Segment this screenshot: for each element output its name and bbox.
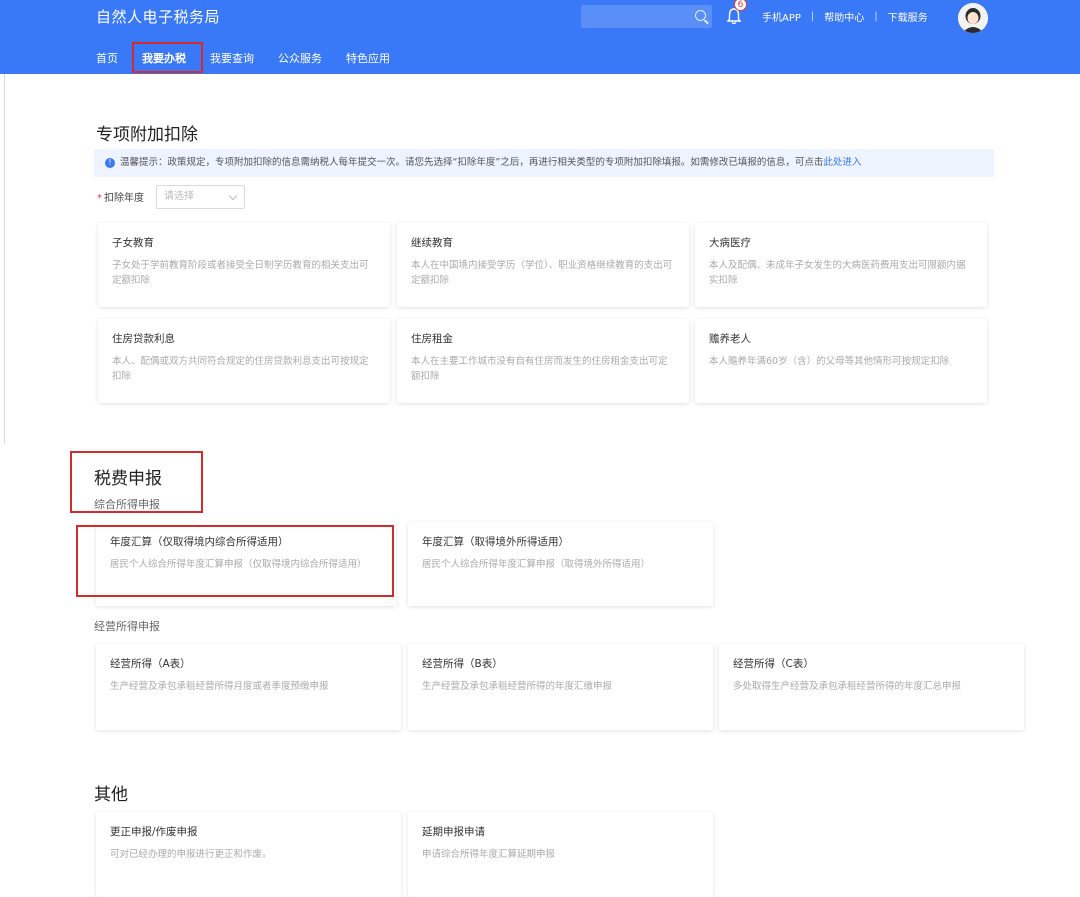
avatar[interactable] (958, 3, 988, 33)
year-select-placeholder: 请选择 (164, 191, 194, 202)
card-desc: 本人在主要工作城市没有自有住房而发生的住房租金支出可定额扣除 (411, 356, 668, 382)
card-desc: 居民个人综合所得年度汇算申报（取得境外所得适用） (422, 559, 651, 570)
link-help-center[interactable]: 帮助中心 (824, 9, 864, 24)
section-title-other: 其他 (94, 785, 128, 805)
card-desc: 多处取得生产经营及承包承租经营所得的年度汇总申报 (733, 681, 962, 692)
card-title: 经营所得（A表） (110, 658, 191, 670)
card-extension[interactable]: 延期申报申请 申请综合所得年度汇算延期申报 (408, 812, 713, 897)
subtitle-business: 经营所得申报 (94, 620, 160, 633)
card-title: 延期申报申请 (422, 826, 485, 838)
card-title: 住房贷款利息 (112, 333, 175, 345)
card-title: 住房租金 (411, 333, 453, 345)
tip-link[interactable]: 此处进入 (823, 157, 861, 168)
divider: | (810, 11, 815, 22)
app-title[interactable]: 自然人电子税务局 (96, 6, 220, 27)
notification-badge: 6 (734, 0, 747, 11)
card-child-education[interactable]: 子女教育 子女处于学前教育阶段或者接受全日制学历教育的相关支出可定额扣除 (98, 223, 390, 307)
card-desc: 本人赡养年满60岁（含）的父母等其他情形可按规定扣除 (709, 356, 950, 367)
card-serious-illness[interactable]: 大病医疗 本人及配偶、未成年子女发生的大病医药费用支出可限额内据实扣除 (695, 223, 987, 307)
section-title-deduction: 专项附加扣除 (96, 125, 198, 145)
card-business-a[interactable]: 经营所得（A表） 生产经营及承包承租经营所得月度或者季度预缴申报 (96, 644, 401, 730)
tip-banner: ! 温馨提示：政策规定，专项附加扣除的信息需纳税人每年提交一次。请您先选择“扣除… (94, 149, 994, 177)
link-download[interactable]: 下载服务 (888, 9, 928, 24)
card-desc: 可对已经办理的申报进行更正和作废。 (110, 849, 272, 860)
card-housing-rent[interactable]: 住房租金 本人在主要工作城市没有自有住房而发生的住房租金支出可定额扣除 (397, 319, 689, 403)
card-desc: 子女处于学前教育阶段或者接受全日制学历教育的相关支出可定额扣除 (112, 260, 369, 286)
card-title: 继续教育 (411, 237, 453, 249)
top-links: 手机APP | 帮助中心 | 下载服务 (762, 9, 928, 24)
tip-text: 温馨提示：政策规定，专项附加扣除的信息需纳税人每年提交一次。请您先选择“扣除年度… (120, 157, 824, 168)
card-business-b[interactable]: 经营所得（B表） 生产经营及承包承租经营所得的年度汇缴申报 (408, 644, 713, 730)
card-desc: 申请综合所得年度汇算延期申报 (422, 849, 556, 860)
nav-highlight-box (132, 42, 203, 73)
nav-query[interactable]: 我要查询 (210, 50, 254, 66)
link-mobile-app[interactable]: 手机APP (762, 9, 801, 24)
search-icon[interactable] (695, 10, 706, 21)
card-desc: 生产经营及承包承租经营所得月度或者季度预缴申报 (110, 681, 329, 692)
card-desc: 本人在中国境内接受学历（学位）、职业资格继续教育的支出可定额扣除 (411, 260, 673, 286)
card-business-c[interactable]: 经营所得（C表） 多处取得生产经营及承包承租经营所得的年度汇总申报 (719, 644, 1024, 730)
nav-special-apps[interactable]: 特色应用 (346, 50, 390, 66)
divider: | (874, 11, 878, 22)
card-housing-loan[interactable]: 住房贷款利息 本人、配偶或双方共同符合规定的住房贷款利息支出可按规定扣除 (98, 319, 390, 403)
card-continuing-education[interactable]: 继续教育 本人在中国境内接受学历（学位）、职业资格继续教育的支出可定额扣除 (397, 223, 689, 307)
divider (4, 74, 5, 444)
card-title: 经营所得（B表） (422, 658, 503, 670)
card-highlight-box (76, 525, 394, 597)
card-correction[interactable]: 更正申报/作废申报 可对已经办理的申报进行更正和作废。 (96, 812, 401, 897)
nav-home[interactable]: 首页 (96, 50, 118, 66)
search-input[interactable] (581, 5, 712, 28)
year-label: * 扣除年度 (97, 193, 144, 204)
card-title: 经营所得（C表） (733, 658, 814, 670)
section-highlight-box (70, 451, 203, 513)
chevron-down-icon (228, 191, 238, 201)
card-title: 更正申报/作废申报 (110, 826, 198, 838)
required-mark: * (97, 193, 102, 204)
card-title: 赡养老人 (709, 333, 751, 345)
card-desc: 生产经营及承包承租经营所得的年度汇缴申报 (422, 681, 613, 692)
card-title: 大病医疗 (709, 237, 751, 249)
card-title: 子女教育 (112, 237, 154, 249)
year-select[interactable]: 请选择 (156, 185, 245, 209)
card-title: 年度汇算（取得境外所得适用） (422, 536, 569, 548)
card-elderly-support[interactable]: 赡养老人 本人赡养年满60岁（含）的父母等其他情形可按规定扣除 (695, 319, 987, 403)
info-icon: ! (105, 158, 115, 168)
card-annual-overseas[interactable]: 年度汇算（取得境外所得适用） 居民个人综合所得年度汇算申报（取得境外所得适用） (408, 522, 713, 606)
nav-public-service[interactable]: 公众服务 (278, 50, 322, 66)
card-desc: 本人及配偶、未成年子女发生的大病医药费用支出可限额内据实扣除 (709, 260, 966, 286)
card-desc: 本人、配偶或双方共同符合规定的住房贷款利息支出可按规定扣除 (112, 356, 369, 382)
